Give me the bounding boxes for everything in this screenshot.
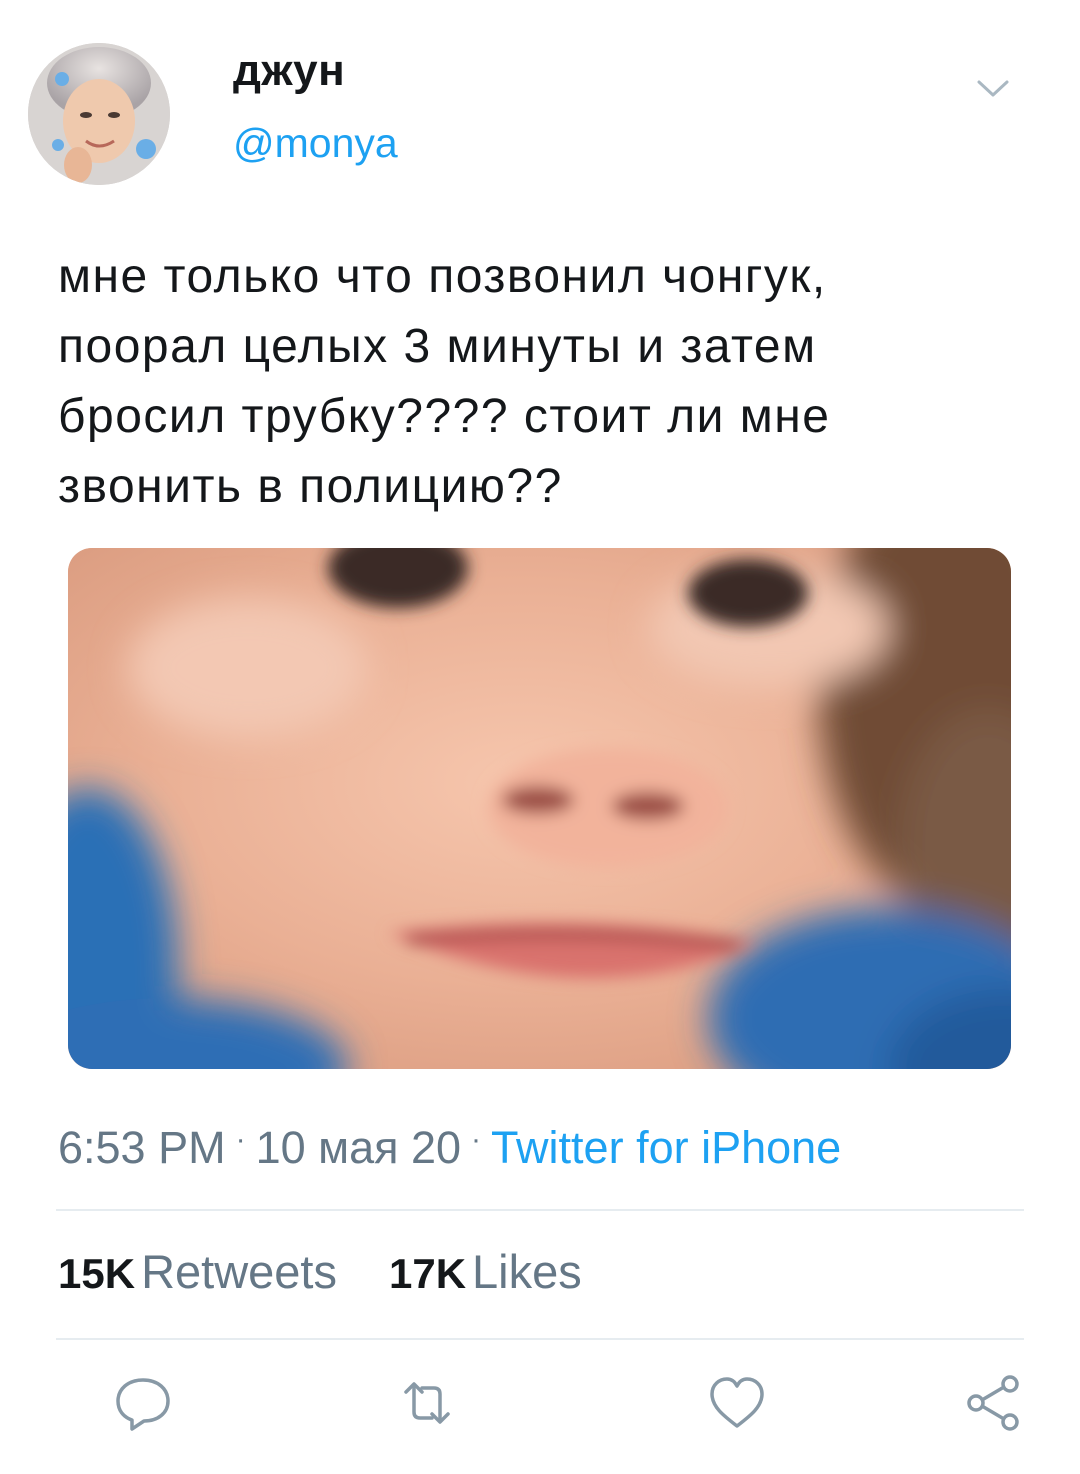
share-icon [967,1375,1019,1431]
divider [56,1338,1024,1340]
likes-count: 17K [388,1250,467,1297]
like-button[interactable] [706,1372,768,1434]
tweet-date: 10 мая 20 [255,1122,462,1173]
media-image [68,548,1011,1069]
author-avatar[interactable] [28,43,170,185]
author-handle[interactable]: @monya [233,120,398,167]
author-display-name[interactable]: джун [233,46,345,96]
tweet-source-link[interactable]: Twitter for iPhone [491,1122,841,1173]
reply-button[interactable] [112,1372,174,1434]
tweet-time: 6:53 PM [58,1122,226,1173]
avatar-photo [28,43,170,185]
likes-stat[interactable]: 17K Likes [389,1245,582,1298]
retweet-button[interactable] [396,1372,458,1434]
retweets-count: 15K [58,1250,136,1297]
retweets-stat[interactable]: 15K Retweets [58,1245,337,1298]
reply-icon [116,1378,170,1431]
divider [56,1209,1024,1211]
heart-icon [710,1377,764,1428]
tweet-text: мне только что позвонил чонгук, поорал ц… [58,250,831,513]
likes-label: Likes [472,1245,582,1298]
action-bar [0,1372,1080,1436]
meta-separator: · [471,1123,482,1156]
tweet-stats: 15K Retweets 17K Likes [58,1244,582,1299]
tweet-meta: 6:53 PM · 10 мая 20 · Twitter for iPhone [58,1122,841,1174]
retweets-label: Retweets [141,1245,337,1298]
share-button[interactable] [962,1372,1024,1434]
meta-separator: · [235,1123,246,1156]
chevron-down-icon[interactable] [976,78,1010,100]
tweet-media-photo[interactable] [68,548,1011,1069]
retweet-icon [404,1382,450,1424]
